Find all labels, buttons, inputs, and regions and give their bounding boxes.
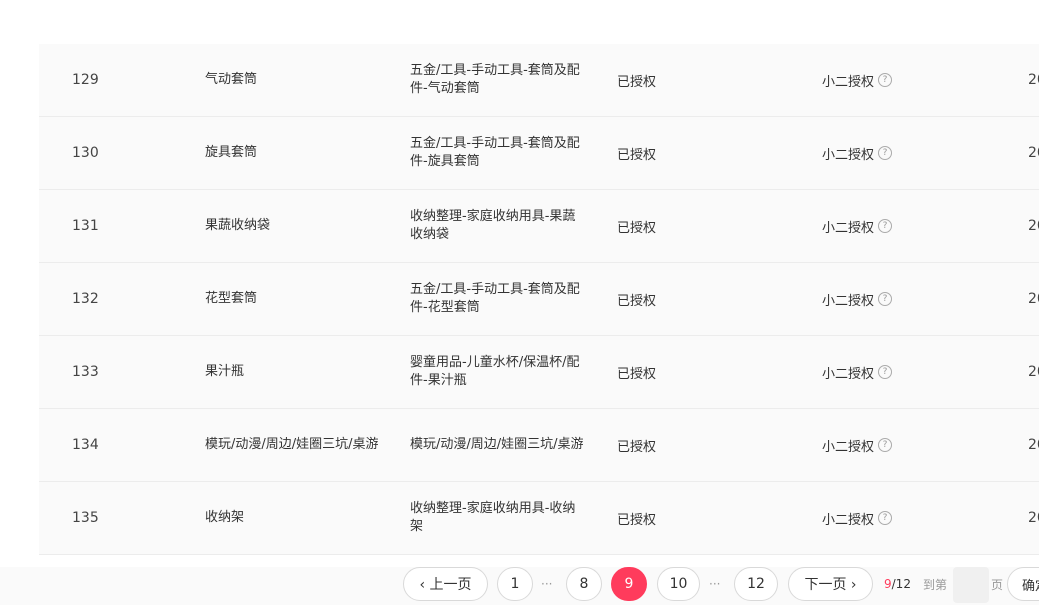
table-row: 135 收纳架 收纳整理-家庭收纳用具-收纳架 已授权 小二授权 ? 20	[39, 482, 1039, 555]
auth-label: 小二授权	[822, 512, 875, 528]
row-id: 135	[72, 510, 99, 526]
row-status: 已授权	[617, 220, 657, 236]
row-clipped: 20	[1028, 364, 1039, 380]
row-name: 模玩/动漫/周边/娃圈三坑/桌游	[205, 437, 379, 452]
page-1-button[interactable]: 1	[497, 567, 533, 601]
row-clipped: 20	[1028, 145, 1039, 161]
ellipsis: ···	[709, 577, 721, 591]
row-name: 旋具套筒	[205, 145, 258, 160]
page-9-button[interactable]: 9	[611, 567, 647, 601]
row-category: 收纳整理-家庭收纳用具-果蔬收纳袋	[410, 209, 576, 242]
row-status: 已授权	[617, 74, 657, 90]
row-name: 果汁瓶	[205, 364, 245, 379]
auth-label: 小二授权	[822, 147, 875, 163]
row-category: 五金/工具-手动工具-套筒及配件-气动套筒	[410, 63, 580, 96]
goto-label: 到第	[923, 577, 948, 592]
total-pages: /12	[891, 577, 911, 591]
help-icon[interactable]: ?	[878, 73, 893, 87]
table-row: 131 果蔬收纳袋 收纳整理-家庭收纳用具-果蔬收纳袋 已授权 小二授权 ? 2…	[39, 190, 1039, 263]
table-row: 129 气动套筒 五金/工具-手动工具-套筒及配件-气动套筒 已授权 小二授权 …	[39, 44, 1039, 117]
auth-label: 小二授权	[822, 220, 875, 236]
prev-page-button[interactable]: ‹ 上一页	[403, 567, 488, 601]
confirm-button[interactable]: 确定	[1007, 567, 1039, 601]
auth-label: 小二授权	[822, 439, 875, 455]
table-row: 133 果汁瓶 婴童用品-儿童水杯/保温杯/配件-果汁瓶 已授权 小二授权 ? …	[39, 336, 1039, 409]
row-id: 132	[72, 291, 99, 307]
page-8-button[interactable]: 8	[566, 567, 602, 601]
auth-label: 小二授权	[822, 293, 875, 309]
ellipsis: ···	[541, 577, 553, 591]
row-clipped: 20	[1028, 218, 1039, 234]
row-id: 130	[72, 145, 99, 161]
row-auth: 小二授权 ?	[822, 336, 893, 408]
table-row: 132 花型套筒 五金/工具-手动工具-套筒及配件-花型套筒 已授权 小二授权 …	[39, 263, 1039, 336]
row-id: 131	[72, 218, 99, 234]
row-status: 已授权	[617, 439, 657, 455]
row-category: 婴童用品-儿童水杯/保温杯/配件-果汁瓶	[410, 355, 580, 388]
row-name: 果蔬收纳袋	[205, 218, 271, 233]
row-status: 已授权	[617, 293, 657, 309]
row-name: 收纳架	[205, 510, 245, 525]
row-auth: 小二授权 ?	[822, 409, 893, 481]
row-name: 花型套筒	[205, 291, 258, 306]
page-jump-input[interactable]	[953, 567, 989, 603]
category-table: 129 气动套筒 五金/工具-手动工具-套筒及配件-气动套筒 已授权 小二授权 …	[39, 44, 1039, 555]
row-status: 已授权	[617, 366, 657, 382]
help-icon[interactable]: ?	[878, 219, 893, 233]
help-icon[interactable]: ?	[878, 292, 893, 306]
row-status: 已授权	[617, 147, 657, 163]
row-auth: 小二授权 ?	[822, 190, 893, 262]
page-12-button[interactable]: 12	[734, 567, 778, 601]
row-clipped: 20	[1028, 510, 1039, 526]
page-label: 页	[991, 577, 1004, 592]
help-icon[interactable]: ?	[878, 438, 893, 452]
auth-label: 小二授权	[822, 74, 875, 90]
table-row: 134 模玩/动漫/周边/娃圈三坑/桌游 模玩/动漫/周边/娃圈三坑/桌游 已授…	[39, 409, 1039, 482]
row-clipped: 20	[1028, 291, 1039, 307]
table-row: 130 旋具套筒 五金/工具-手动工具-套筒及配件-旋具套筒 已授权 小二授权 …	[39, 117, 1039, 190]
row-auth: 小二授权 ?	[822, 263, 893, 335]
row-status: 已授权	[617, 512, 657, 528]
row-auth: 小二授权 ?	[822, 117, 893, 189]
auth-label: 小二授权	[822, 366, 875, 382]
row-name: 气动套筒	[205, 72, 258, 87]
row-clipped: 20	[1028, 72, 1039, 88]
row-auth: 小二授权 ?	[822, 44, 893, 116]
row-id: 129	[72, 72, 99, 88]
next-page-button[interactable]: 下一页 ›	[788, 567, 873, 601]
current-page: 9	[884, 577, 892, 591]
page-10-button[interactable]: 10	[657, 567, 700, 601]
help-icon[interactable]: ?	[878, 511, 893, 525]
page-status: 9 /12	[884, 567, 911, 601]
row-id: 133	[72, 364, 99, 380]
row-id: 134	[72, 437, 99, 453]
row-category: 收纳整理-家庭收纳用具-收纳架	[410, 501, 576, 534]
row-category: 模玩/动漫/周边/娃圈三坑/桌游	[410, 437, 584, 452]
row-category: 五金/工具-手动工具-套筒及配件-旋具套筒	[410, 136, 580, 169]
help-icon[interactable]: ?	[878, 365, 893, 379]
row-clipped: 20	[1028, 437, 1039, 453]
pagination: ‹ 上一页 1 ··· 8 9 10 ··· 12 下一页 › 9 /12 到第…	[0, 567, 1039, 605]
help-icon[interactable]: ?	[878, 146, 893, 160]
row-category: 五金/工具-手动工具-套筒及配件-花型套筒	[410, 282, 580, 315]
row-auth: 小二授权 ?	[822, 482, 893, 554]
